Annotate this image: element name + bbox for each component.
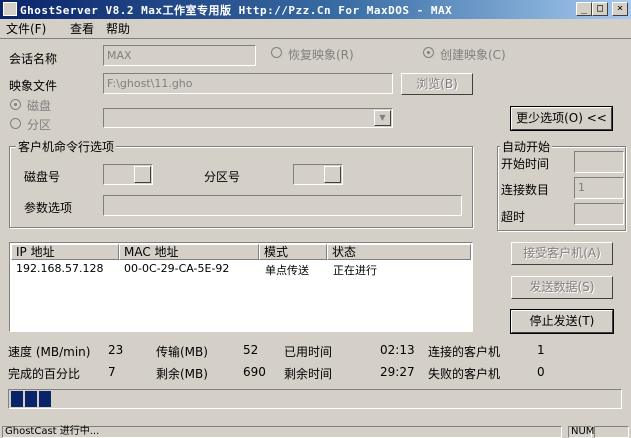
restore-image-radio[interactable] <box>271 47 282 58</box>
speed-label: 速度 (MB/min) <box>8 345 91 359</box>
failed-clients-value: 0 <box>537 365 545 379</box>
chevron-down-icon[interactable]: ▼ <box>374 110 391 126</box>
menu-help[interactable]: 帮助 <box>106 20 130 37</box>
partition-radio[interactable] <box>10 118 21 129</box>
send-data-button[interactable]: 发送数据(S) <box>511 276 613 299</box>
percent-value: 7 <box>108 365 116 379</box>
connect-count-field[interactable]: 1 <box>574 177 624 199</box>
start-time-field[interactable] <box>574 151 624 173</box>
disk-number-label: 磁盘号 <box>24 170 61 184</box>
elapsed-label: 已用时间 <box>284 345 333 359</box>
column-mac-header[interactable]: MAC 地址 <box>119 244 259 260</box>
auto-start-title: 自动开始 <box>500 138 553 155</box>
create-image-label: 创建映象(C) <box>440 48 506 62</box>
start-time-label: 开始时间 <box>501 157 550 171</box>
column-mode-header[interactable]: 模式 <box>259 244 327 260</box>
failed-clients-label: 失败的客户机 <box>428 367 501 381</box>
timeout-field[interactable] <box>574 203 624 225</box>
transferred-label: 传输(MB) <box>156 345 208 359</box>
remaining-label: 剩余(MB) <box>156 367 208 381</box>
image-file-label: 映象文件 <box>9 79 58 93</box>
progress-segment <box>39 391 51 407</box>
remaining-time-label: 剩余时间 <box>284 367 333 381</box>
row-ip-cell[interactable]: 192.168.57.128 <box>16 262 103 275</box>
maximize-button[interactable]: □ <box>592 2 608 16</box>
fewer-options-button[interactable]: 更少选项(O) << <box>510 106 613 131</box>
connect-count-label: 连接数目 <box>501 183 550 197</box>
status-pane-extra <box>594 426 629 438</box>
row-mode-cell[interactable]: 单点传送 <box>265 262 309 278</box>
disk-number-field[interactable] <box>103 164 153 185</box>
window-title: GhostServer V8.2 Max工作室专用版 Http://Pzz.Cn… <box>20 4 453 17</box>
close-button[interactable]: × <box>612 2 628 16</box>
remaining-time-value: 29:27 <box>380 365 415 379</box>
partition-number-spinner[interactable] <box>324 166 341 183</box>
app-icon <box>3 2 17 16</box>
stop-sending-button[interactable]: 停止发送(T) <box>510 309 614 334</box>
column-status-header[interactable]: 状态 <box>327 244 471 260</box>
menu-bar <box>0 19 631 39</box>
partition-radio-label: 分区 <box>27 118 52 132</box>
disk-radio[interactable] <box>10 99 21 110</box>
partition-number-label: 分区号 <box>204 170 241 184</box>
connected-clients-label: 连接的客户机 <box>428 345 501 359</box>
column-ip-header[interactable]: IP 地址 <box>11 244 119 260</box>
elapsed-value: 02:13 <box>380 343 415 357</box>
menu-view[interactable]: 查看 <box>70 20 94 37</box>
timeout-label: 超时 <box>501 210 526 224</box>
row-status-cell[interactable]: 正在进行 <box>333 262 377 278</box>
restore-image-label: 恢复映象(R) <box>288 48 354 62</box>
session-name-field[interactable]: MAX <box>103 45 256 66</box>
disk-number-spinner[interactable] <box>134 166 151 183</box>
speed-value: 23 <box>108 343 124 357</box>
partition-number-field[interactable] <box>293 164 343 185</box>
status-text: GhostCast 进行中... <box>2 426 562 438</box>
disk-radio-label: 磁盘 <box>27 99 52 113</box>
minimize-button[interactable]: _ <box>576 2 592 16</box>
progress-bar <box>8 389 622 409</box>
menu-file[interactable]: 文件(F) <box>6 20 46 37</box>
percent-label: 完成的百分比 <box>8 367 81 381</box>
progress-segment <box>25 391 37 407</box>
params-field[interactable] <box>103 195 462 216</box>
connected-clients-value: 1 <box>537 343 545 357</box>
partition-select[interactable]: ▼ <box>103 108 393 128</box>
params-label: 参数选项 <box>24 201 73 215</box>
browse-button[interactable]: 浏览(B) <box>401 73 473 95</box>
create-image-radio[interactable] <box>423 47 434 58</box>
accept-clients-button[interactable]: 接受客户机(A) <box>511 242 613 265</box>
row-mac-cell[interactable]: 00-0C-29-CA-5E-92 <box>124 262 229 275</box>
transferred-value: 52 <box>243 343 259 357</box>
progress-segment <box>11 391 23 407</box>
image-file-field[interactable]: F:\ghost\11.gho <box>103 73 393 94</box>
session-name-label: 会话名称 <box>9 52 58 66</box>
client-options-title: 客户机命令行选项 <box>16 138 117 155</box>
num-lock-indicator: NUM <box>568 426 594 438</box>
remaining-value: 690 <box>243 365 266 379</box>
